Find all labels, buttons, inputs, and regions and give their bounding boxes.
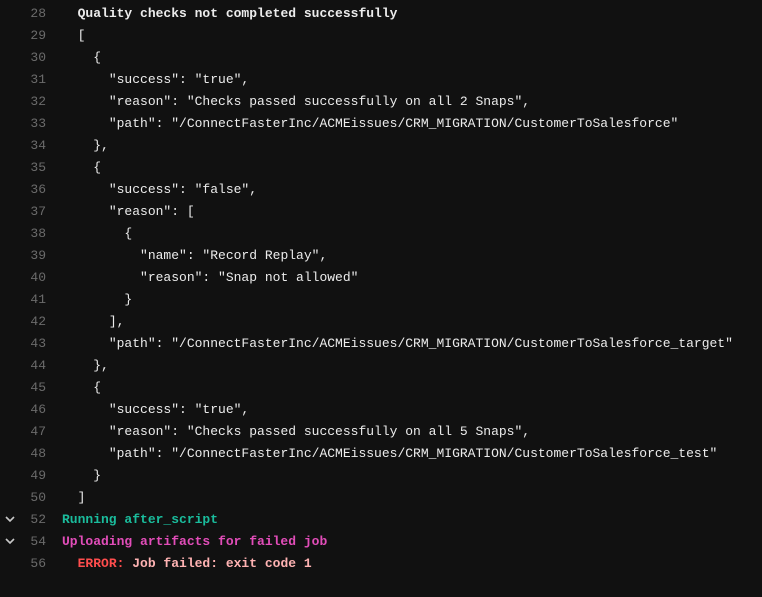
- line-number: 41: [20, 292, 50, 307]
- line-number: 48: [20, 446, 50, 461]
- log-text: }: [50, 292, 132, 307]
- error-label: ERROR:: [78, 556, 133, 571]
- line-number: 28: [20, 6, 50, 21]
- log-viewer: 28 Quality checks not completed successf…: [0, 0, 762, 574]
- log-line: 29 [: [0, 24, 762, 46]
- log-line: 35 {: [0, 156, 762, 178]
- log-text: "reason": [: [50, 204, 195, 219]
- log-line: 41 }: [0, 288, 762, 310]
- log-text: },: [50, 358, 109, 373]
- log-text: "success": "true",: [50, 402, 249, 417]
- line-number: 54: [20, 534, 50, 549]
- log-line: 54Uploading artifacts for failed job: [0, 530, 762, 552]
- log-text: "reason": "Checks passed successfully on…: [50, 424, 530, 439]
- line-number: 56: [20, 556, 50, 571]
- line-number: 32: [20, 94, 50, 109]
- line-number: 46: [20, 402, 50, 417]
- log-text: {: [50, 160, 101, 175]
- line-number: 50: [20, 490, 50, 505]
- log-line: 47 "reason": "Checks passed successfully…: [0, 420, 762, 442]
- line-number: 43: [20, 336, 50, 351]
- log-text: "path": "/ConnectFasterInc/ACMEissues/CR…: [50, 116, 678, 131]
- line-number: 39: [20, 248, 50, 263]
- log-line: 48 "path": "/ConnectFasterInc/ACMEissues…: [0, 442, 762, 464]
- log-text: "path": "/ConnectFasterInc/ACMEissues/CR…: [50, 336, 733, 351]
- log-text: "path": "/ConnectFasterInc/ACMEissues/CR…: [50, 446, 717, 461]
- log-text: Quality checks not completed successfull…: [50, 6, 397, 21]
- log-line: 56 ERROR: Job failed: exit code 1: [0, 552, 762, 574]
- line-number: 36: [20, 182, 50, 197]
- log-text: ]: [50, 490, 85, 505]
- line-number: 37: [20, 204, 50, 219]
- log-line: 28 Quality checks not completed successf…: [0, 2, 762, 24]
- line-number: 33: [20, 116, 50, 131]
- line-number: 40: [20, 270, 50, 285]
- log-line: 31 "success": "true",: [0, 68, 762, 90]
- log-line: 34 },: [0, 134, 762, 156]
- log-line: 43 "path": "/ConnectFasterInc/ACMEissues…: [0, 332, 762, 354]
- line-number: 52: [20, 512, 50, 527]
- line-number: 34: [20, 138, 50, 153]
- log-text: "reason": "Snap not allowed": [50, 270, 358, 285]
- log-line: 50 ]: [0, 486, 762, 508]
- log-text: ],: [50, 314, 124, 329]
- log-line: 36 "success": "false",: [0, 178, 762, 200]
- log-line: 52Running after_script: [0, 508, 762, 530]
- log-line: 49 }: [0, 464, 762, 486]
- log-line: 33 "path": "/ConnectFasterInc/ACMEissues…: [0, 112, 762, 134]
- log-line: 40 "reason": "Snap not allowed": [0, 266, 762, 288]
- log-line: 38 {: [0, 222, 762, 244]
- error-message: Job failed: exit code 1: [132, 556, 311, 571]
- log-text: {: [50, 226, 132, 241]
- log-text: [: [50, 28, 85, 43]
- log-line: 30 {: [0, 46, 762, 68]
- log-text: Running after_script: [50, 512, 218, 527]
- chevron-down-icon[interactable]: [0, 536, 20, 546]
- log-text: "reason": "Checks passed successfully on…: [50, 94, 530, 109]
- log-line: 42 ],: [0, 310, 762, 332]
- log-text: Uploading artifacts for failed job: [50, 534, 327, 549]
- line-number: 49: [20, 468, 50, 483]
- log-text: "name": "Record Replay",: [50, 248, 327, 263]
- log-text: },: [50, 138, 109, 153]
- log-text: "success": "true",: [50, 72, 249, 87]
- chevron-down-icon[interactable]: [0, 514, 20, 524]
- line-number: 35: [20, 160, 50, 175]
- log-text: {: [50, 50, 101, 65]
- log-text: }: [50, 468, 101, 483]
- line-number: 42: [20, 314, 50, 329]
- log-line: 45 {: [0, 376, 762, 398]
- line-number: 31: [20, 72, 50, 87]
- log-line: 32 "reason": "Checks passed successfully…: [0, 90, 762, 112]
- log-line: 44 },: [0, 354, 762, 376]
- line-number: 38: [20, 226, 50, 241]
- line-number: 44: [20, 358, 50, 373]
- log-line: 39 "name": "Record Replay",: [0, 244, 762, 266]
- log-line: 46 "success": "true",: [0, 398, 762, 420]
- line-number: 47: [20, 424, 50, 439]
- log-text: {: [50, 380, 101, 395]
- line-number: 29: [20, 28, 50, 43]
- line-number: 45: [20, 380, 50, 395]
- log-text: "success": "false",: [50, 182, 257, 197]
- log-line: 37 "reason": [: [0, 200, 762, 222]
- line-number: 30: [20, 50, 50, 65]
- log-text: ERROR: Job failed: exit code 1: [50, 556, 312, 571]
